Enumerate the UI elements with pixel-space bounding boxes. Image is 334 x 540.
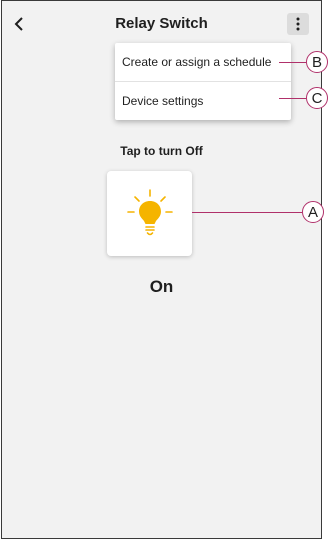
lightbulb-icon: [126, 188, 173, 235]
menu-item-schedule[interactable]: Create or assign a schedule: [115, 43, 291, 81]
callout-b: B: [306, 51, 328, 73]
page-title: Relay Switch: [115, 15, 208, 32]
callout-c-leader: [279, 98, 306, 99]
callout-c: C: [306, 87, 328, 109]
app-header: Relay Switch: [2, 1, 321, 49]
menu-item-device-settings[interactable]: Device settings: [115, 81, 291, 120]
phone-screen: Relay Switch Create or assign a schedule…: [1, 0, 322, 539]
toggle-hint: Tap to turn Off: [120, 144, 203, 158]
more-options-button[interactable]: [287, 13, 309, 35]
more-vertical-icon: [296, 17, 300, 31]
callout-a-leader: [192, 212, 302, 213]
device-state: On: [149, 277, 174, 296]
options-menu: Create or assign a schedule Device setti…: [115, 43, 291, 120]
callout-a: A: [302, 201, 324, 223]
callout-b-leader: [279, 62, 306, 63]
power-toggle-button[interactable]: [107, 171, 192, 256]
